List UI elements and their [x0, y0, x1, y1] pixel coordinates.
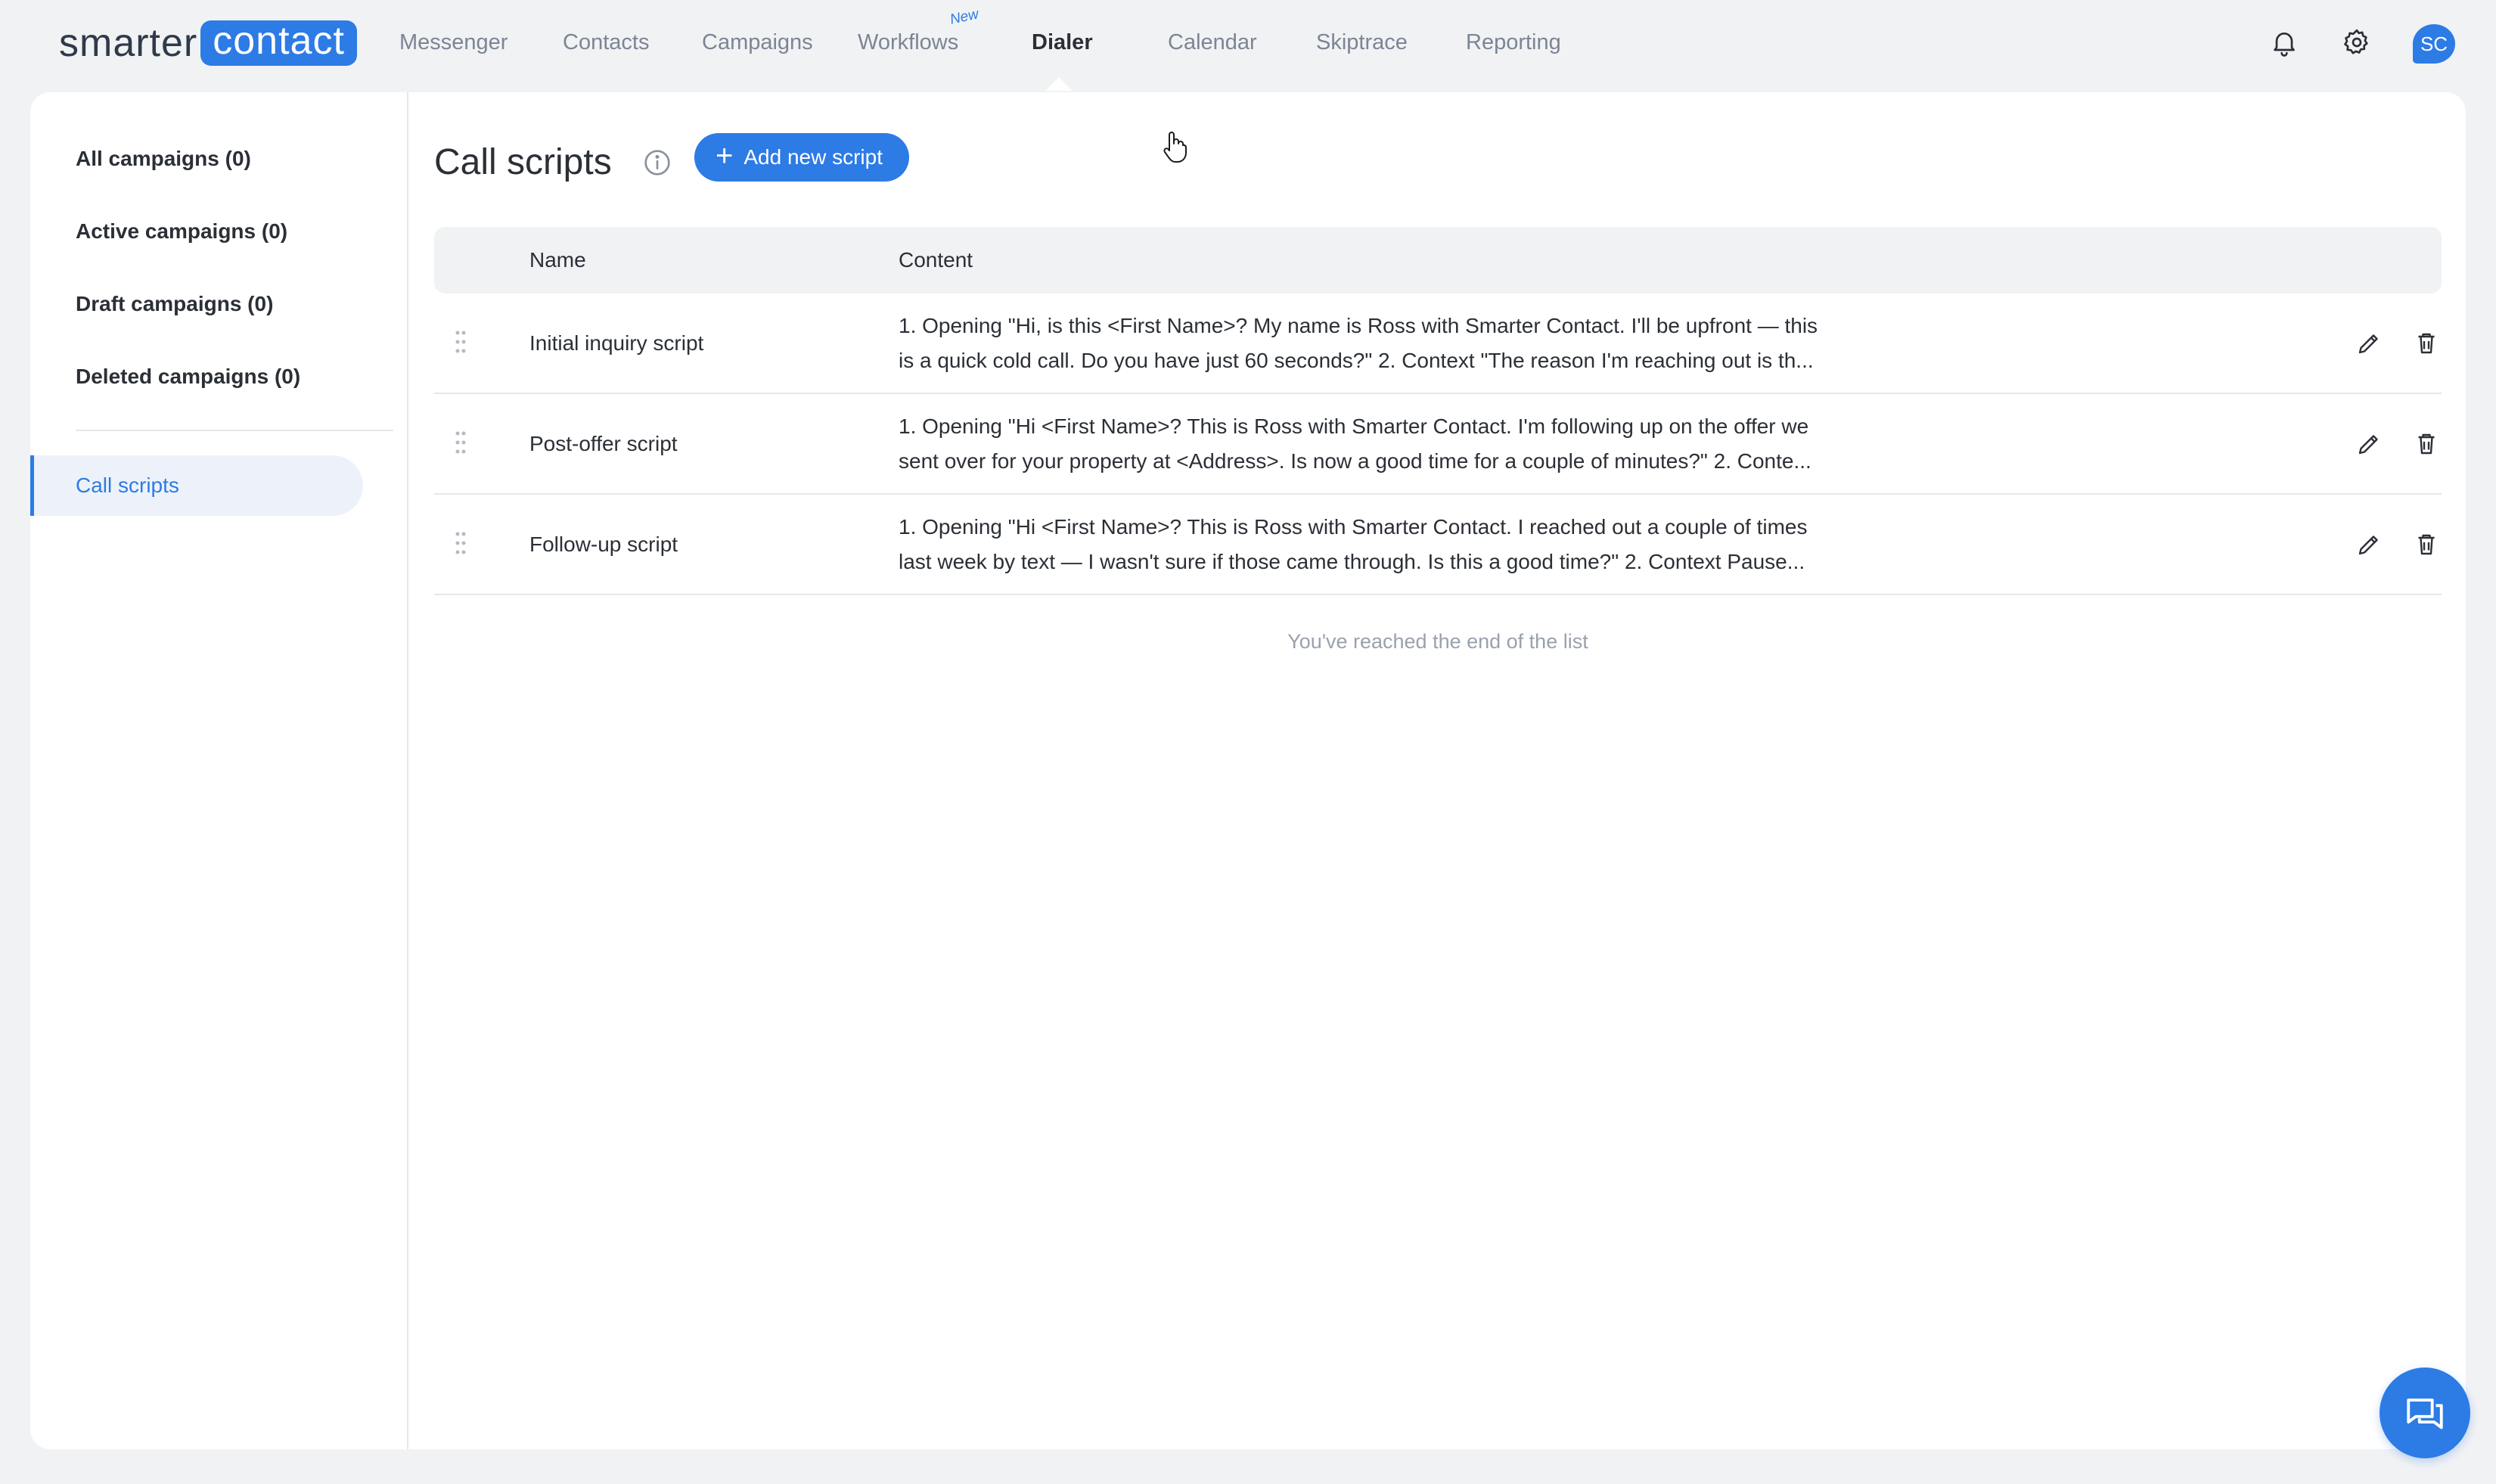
script-content-line: last week by text — I wasn't sure if tho… [899, 550, 1805, 573]
sidebar: All campaigns (0) Active campaigns (0) D… [30, 92, 408, 1449]
script-name: Initial inquiry script [529, 331, 704, 355]
chat-support-button[interactable] [2380, 1368, 2470, 1458]
nav-skiptrace[interactable]: Skiptrace [1316, 27, 1408, 57]
nav-reporting[interactable]: Reporting [1466, 27, 1561, 57]
drag-handle-icon[interactable] [454, 427, 467, 458]
sidebar-item-draft-campaigns[interactable]: Draft campaigns (0) [76, 289, 273, 319]
info-icon[interactable] [640, 145, 675, 180]
column-header-content: Content [899, 248, 973, 272]
table-row[interactable]: Post-offer script 1. Opening "Hi <First … [434, 394, 2442, 495]
add-new-script-label: Add new script [744, 145, 883, 169]
table-row[interactable]: Initial inquiry script 1. Opening "Hi, i… [434, 293, 2442, 394]
nav-dialer[interactable]: Dialer [1032, 27, 1093, 57]
sidebar-item-label: Call scripts [76, 473, 179, 497]
sidebar-divider [76, 430, 393, 431]
script-name: Post-offer script [529, 432, 678, 455]
sidebar-item-call-scripts[interactable]: Call scripts [30, 455, 363, 516]
sidebar-item-active-campaigns[interactable]: Active campaigns (0) [76, 216, 287, 247]
nav-campaigns[interactable]: Campaigns [702, 27, 813, 57]
nav-contacts[interactable]: Contacts [563, 27, 649, 57]
new-badge: New [948, 6, 980, 28]
top-navigation: smarter contact Messenger Contacts Campa… [0, 0, 2496, 89]
avatar[interactable]: SC [2413, 24, 2455, 64]
nav-messenger[interactable]: Messenger [399, 27, 508, 57]
script-content: 1. Opening "Hi, is this <First Name>? My… [899, 309, 1821, 378]
logo-text-smarter: smarter [59, 21, 198, 65]
edit-icon[interactable] [2352, 528, 2386, 561]
edit-icon[interactable] [2352, 327, 2386, 360]
sidebar-item-deleted-campaigns[interactable]: Deleted campaigns (0) [76, 362, 300, 392]
script-content: 1. Opening "Hi <First Name>? This is Ros… [899, 510, 1821, 579]
script-content: 1. Opening "Hi <First Name>? This is Ros… [899, 409, 1821, 479]
page-title: Call scripts [434, 142, 612, 182]
script-content-line: sent over for your property at <Address>… [899, 449, 1811, 473]
gear-icon[interactable] [2340, 26, 2373, 59]
script-content-line: 1. Opening "Hi <First Name>? This is Ros… [899, 414, 1809, 438]
avatar-initials: SC [2420, 32, 2448, 55]
chat-icon [2407, 1399, 2443, 1430]
main-card: All campaigns (0) Active campaigns (0) D… [30, 92, 2466, 1449]
hand-cursor-icon [1162, 130, 1187, 163]
nav-workflows[interactable]: Workflows [858, 27, 958, 57]
active-nav-indicator [1045, 77, 1073, 91]
script-content-line: 1. Opening "Hi, is this <First Name>? My… [899, 314, 1818, 337]
script-content-line: is a quick cold call. Do you have just 6… [899, 349, 1814, 372]
add-new-script-button[interactable]: + Add new script [694, 133, 909, 182]
drag-handle-icon[interactable] [454, 327, 467, 357]
nav-calendar[interactable]: Calendar [1168, 27, 1257, 57]
end-of-list-note: You've reached the end of the list [1287, 630, 1588, 653]
logo-text-contact: contact [200, 20, 357, 66]
trash-icon[interactable] [2410, 327, 2443, 360]
edit-icon[interactable] [2352, 427, 2386, 461]
table-row[interactable]: Follow-up script 1. Opening "Hi <First N… [434, 495, 2442, 595]
column-header-name: Name [529, 248, 586, 272]
table-header: Name Content [434, 227, 2442, 293]
bell-icon[interactable] [2268, 26, 2301, 59]
script-name: Follow-up script [529, 532, 678, 556]
drag-handle-icon[interactable] [454, 528, 467, 558]
trash-icon[interactable] [2410, 427, 2443, 461]
script-content-line: 1. Opening "Hi <First Name>? This is Ros… [899, 515, 1808, 539]
smarter-contact-logo[interactable]: smarter contact [59, 20, 357, 67]
sidebar-item-all-campaigns[interactable]: All campaigns (0) [76, 144, 251, 174]
plus-icon: + [716, 139, 734, 172]
trash-icon[interactable] [2410, 528, 2443, 561]
